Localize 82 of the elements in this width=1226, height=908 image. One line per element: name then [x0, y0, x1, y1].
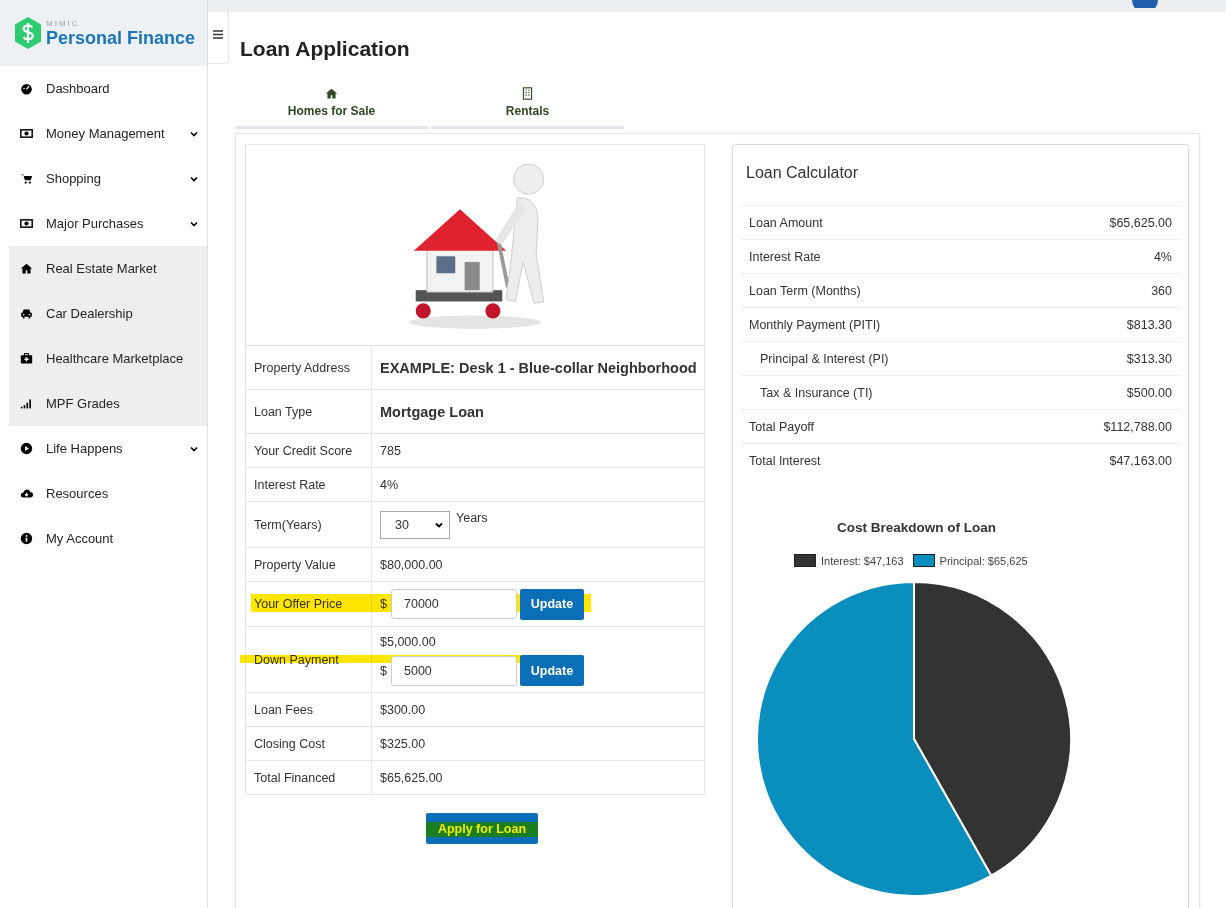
field-value: $300.00	[380, 702, 426, 717]
cloud-icon	[20, 487, 33, 500]
sidebar-item[interactable]: Shopping	[0, 156, 207, 201]
card-title: Loan Calculator	[746, 164, 860, 182]
dollar-logo-icon	[13, 16, 43, 50]
legend-label: Principal: $65,625	[939, 554, 1028, 567]
sidebar-subitem[interactable]: Healthcare Marketplace	[9, 336, 207, 381]
row-value: $47,163.00	[1109, 453, 1172, 468]
field-label: Total Financed	[254, 770, 336, 785]
tab[interactable]: Rentals	[431, 87, 624, 129]
signal-icon	[20, 397, 33, 410]
row-value: 360	[1151, 283, 1172, 298]
row-value: $313.30	[1126, 351, 1172, 366]
field-label: Property Value	[254, 557, 336, 572]
info-icon	[20, 532, 33, 545]
field-label: Interest Rate	[254, 477, 326, 492]
field-value: 785	[380, 443, 401, 458]
row-value: 4%	[1153, 249, 1172, 264]
field-label: Loan Type	[254, 404, 313, 419]
row-label: Tax & Insurance (TI)	[759, 385, 873, 400]
cart-icon	[20, 172, 33, 185]
sidebar-item[interactable]: Major Purchases	[0, 201, 207, 246]
home-icon	[20, 262, 33, 275]
field-label: Property Address	[254, 360, 350, 375]
row-value: $65,625.00	[1109, 215, 1172, 230]
menu-icon	[213, 30, 223, 39]
sidebar-subitem[interactable]: Real Estate Market	[9, 246, 207, 291]
car-icon	[20, 307, 33, 320]
field-label: Loan Fees	[254, 702, 314, 717]
field-value: $325.00	[380, 736, 426, 751]
page-title: Loan Application	[240, 37, 411, 61]
money-icon	[20, 217, 33, 230]
sidebar-item[interactable]: My Account	[0, 516, 207, 561]
sidebar-item[interactable]: Money Management	[0, 111, 207, 156]
field-value: Mortgage Loan	[380, 403, 484, 420]
sidebar-item[interactable]: Life Happens	[0, 426, 207, 471]
brand-name: Personal Finance	[46, 28, 196, 47]
row-value: $500.00	[1126, 385, 1172, 400]
row-value: $813.30	[1126, 317, 1172, 332]
brand-tagline: MIMIC	[46, 19, 81, 28]
field-value: $5,000.00	[380, 635, 436, 649]
sidebar-item[interactable]: Resources	[0, 471, 207, 516]
unit-label: Years	[456, 511, 488, 525]
field-value: $65,625.00	[380, 770, 443, 785]
row-label: Total Interest	[749, 453, 821, 468]
field-label: Term(Years)	[254, 517, 322, 532]
menu-toggle-button[interactable]	[208, 12, 229, 64]
row-label: Monthly Payment (PITI)	[749, 317, 881, 332]
field-label: Your Credit Score	[254, 443, 353, 458]
field-value: EXAMPLE: Desk 1 - Blue-collar Neighborhood	[380, 359, 697, 376]
field-label: Down Payment	[254, 652, 339, 667]
amount-input[interactable]: 5000	[391, 655, 517, 686]
field-label: Your Offer Price	[254, 597, 343, 611]
field-value: $80,000.00	[380, 557, 443, 572]
field-value: 4%	[380, 477, 399, 492]
chart-title: Cost Breakdown of Loan	[837, 520, 997, 535]
row-label: Loan Amount	[749, 215, 823, 230]
sidebar-subitem[interactable]: MPF Grades	[9, 381, 207, 426]
row-label: Interest Rate	[749, 249, 821, 264]
amount-input[interactable]: 70000	[391, 589, 517, 619]
field-label: Closing Cost	[254, 736, 325, 751]
term-select[interactable]: 30	[380, 510, 450, 539]
row-label: Loan Term (Months)	[749, 283, 861, 298]
medkit-icon	[20, 352, 33, 365]
apply-button[interactable]: Apply for Loan	[425, 813, 539, 844]
update-button[interactable]: Update	[520, 588, 584, 620]
currency-symbol: $	[380, 663, 388, 678]
currency-symbol: $	[380, 597, 388, 611]
sidebar-item[interactable]: Dashboard	[0, 66, 207, 111]
tab[interactable]: Homes for Sale	[235, 87, 428, 129]
row-label: Principal & Interest (PI)	[759, 351, 889, 366]
update-button[interactable]: Update	[520, 655, 584, 686]
legend-label: Interest: $47,163	[821, 554, 904, 567]
dashboard-icon	[20, 82, 33, 95]
money-icon	[20, 127, 33, 140]
avatar-icon[interactable]	[1132, 0, 1158, 8]
row-value: $112,788.00	[1103, 419, 1172, 434]
home-icon	[325, 87, 338, 100]
sidebar-subitem[interactable]: Car Dealership	[9, 291, 207, 336]
row-label: Total Payoff	[749, 419, 815, 434]
building-icon	[521, 87, 534, 100]
play-icon	[20, 442, 33, 455]
